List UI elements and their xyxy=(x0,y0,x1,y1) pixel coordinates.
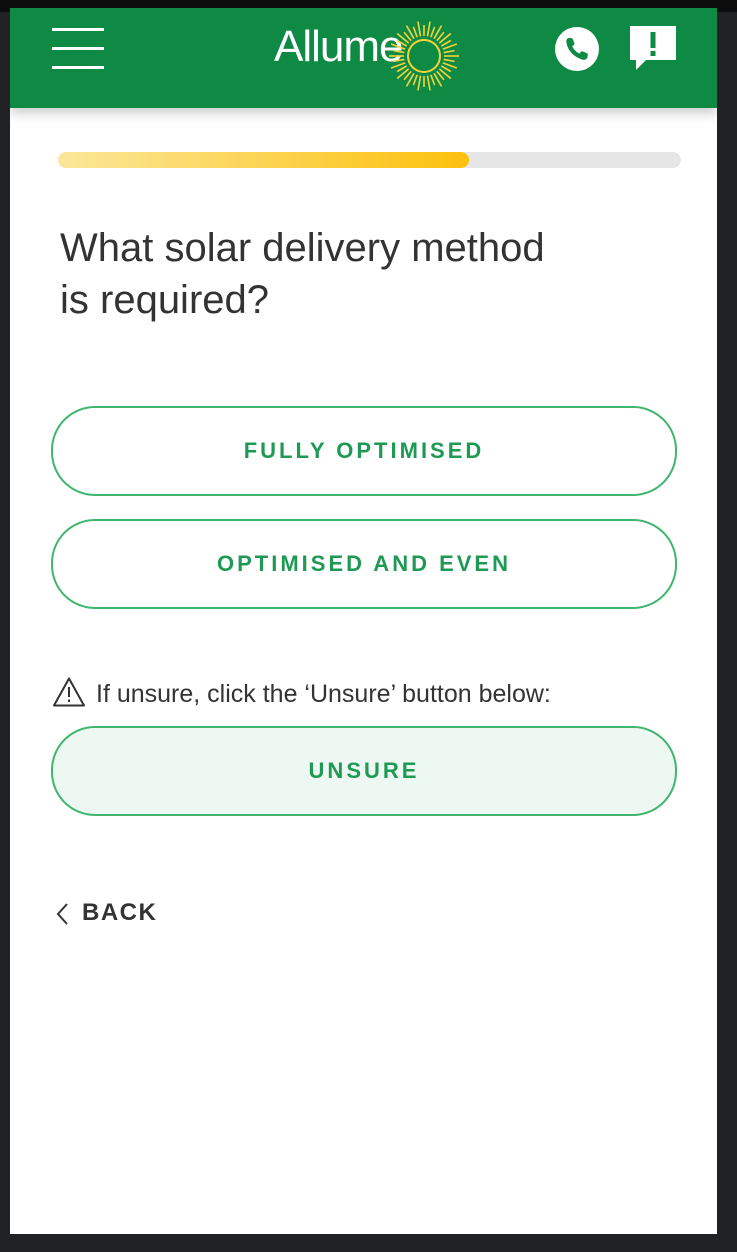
brand-name: Allume xyxy=(274,22,403,71)
sun-icon xyxy=(386,18,462,94)
question-line-1: What solar delivery method xyxy=(60,226,545,270)
option-optimised-and-even-button[interactable]: OPTIMISED AND EVEN xyxy=(51,519,677,609)
phone-icon[interactable] xyxy=(552,24,602,74)
progress-bar-fill xyxy=(58,152,470,168)
unsure-button[interactable]: UNSURE xyxy=(51,726,677,816)
back-label: BACK xyxy=(82,899,158,926)
unsure-hint: If unsure, click the ‘Unsure’ button bel… xyxy=(52,676,692,710)
app-screen: Allume What solar delivery method is req… xyxy=(10,8,717,1234)
feedback-exclamation-icon[interactable] xyxy=(626,22,680,76)
question-heading: What solar delivery method is required? xyxy=(60,222,680,326)
chevron-left-icon xyxy=(54,902,72,926)
app-header: Allume xyxy=(10,8,717,108)
question-line-2: is required? xyxy=(60,278,270,322)
progress-bar xyxy=(58,152,681,168)
hamburger-menu-icon[interactable] xyxy=(52,26,104,72)
warning-icon xyxy=(52,676,86,708)
option-fully-optimised-button[interactable]: FULLY OPTIMISED xyxy=(51,406,677,496)
hint-text: If unsure, click the ‘Unsure’ button bel… xyxy=(96,680,551,708)
allume-logo: Allume xyxy=(274,16,464,94)
